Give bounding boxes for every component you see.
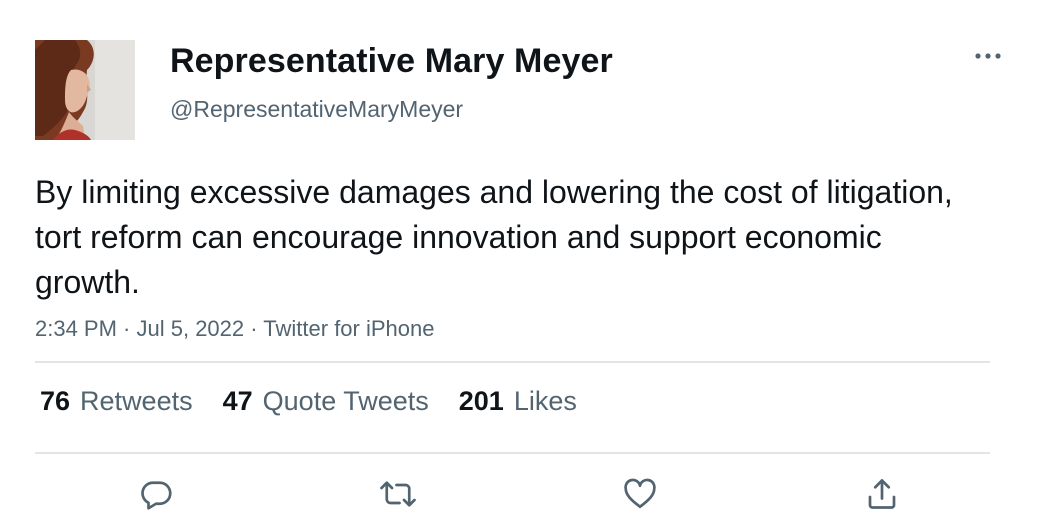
heart-icon[interactable] [620, 474, 660, 514]
divider [35, 452, 990, 454]
author-handle[interactable]: @RepresentativeMaryMeyer [170, 96, 463, 123]
tweet-metadata: 2:34 PM · Jul 5, 2022 · Twitter for iPho… [35, 316, 434, 342]
author-display-name[interactable]: Representative Mary Meyer [170, 42, 613, 81]
avatar[interactable] [35, 40, 135, 140]
reply-icon[interactable] [136, 474, 176, 514]
share-icon[interactable] [862, 474, 902, 514]
meta-separator: · [116, 316, 137, 341]
tweet-text: By limiting excessive damages and loweri… [35, 174, 953, 300]
quote-tweets-count: 47 [222, 386, 253, 416]
tweet-time[interactable]: 2:34 PM [35, 316, 117, 341]
profile-photo [35, 40, 135, 140]
quote-tweets-stat[interactable]: 47 Quote Tweets [223, 386, 429, 417]
retweets-count: 76 [40, 386, 71, 416]
likes-count: 201 [458, 386, 504, 416]
tweet-source[interactable]: Twitter for iPhone [263, 316, 434, 341]
more-icon[interactable] [970, 40, 1006, 72]
retweets-label: Retweets [80, 386, 193, 416]
meta-separator: · [244, 316, 264, 341]
quote-tweets-label: Quote Tweets [262, 386, 429, 416]
engagement-stats: 76 Retweets 47 Quote Tweets 201 Likes [40, 386, 577, 417]
retweet-icon[interactable] [378, 474, 418, 514]
divider [35, 361, 990, 363]
likes-label: Likes [513, 386, 577, 416]
likes-stat[interactable]: 201 Likes [459, 386, 577, 417]
tweet-date[interactable]: Jul 5, 2022 [137, 316, 245, 341]
retweets-stat[interactable]: 76 Retweets [40, 386, 193, 417]
tweet-card: Representative Mary Meyer @Representativ… [0, 0, 1050, 525]
